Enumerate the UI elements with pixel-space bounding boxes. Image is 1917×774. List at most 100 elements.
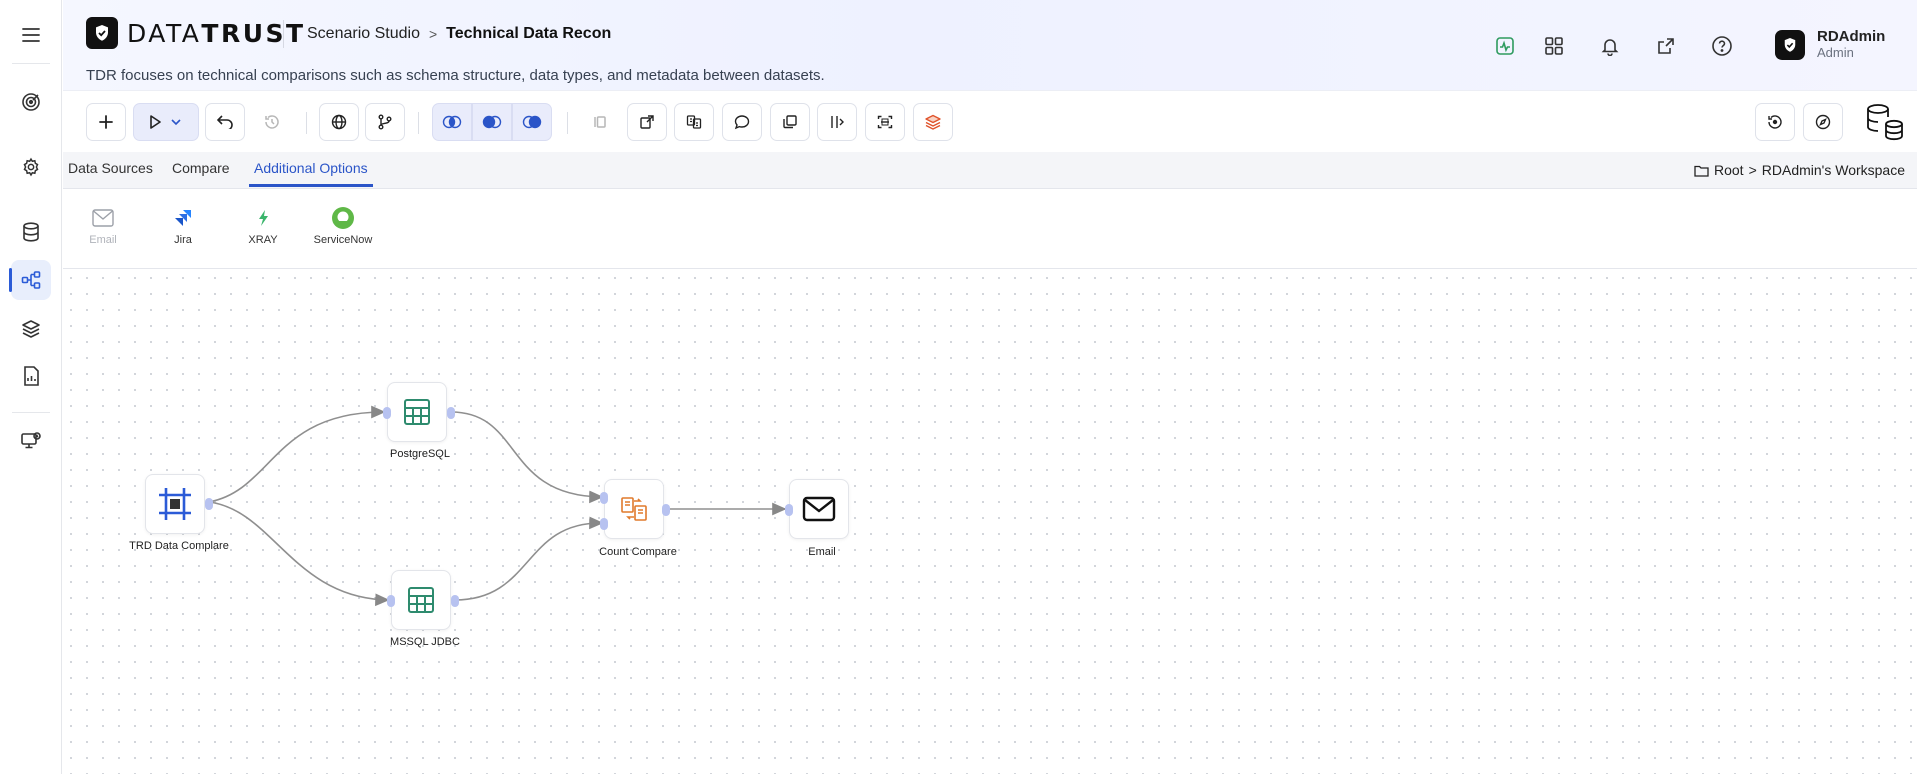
node-mssql-jdbc[interactable] [391, 570, 451, 630]
copy-button[interactable] [770, 103, 810, 141]
edge-mssql-count [454, 516, 604, 601]
settings-icon[interactable] [11, 147, 51, 187]
port-in[interactable] [383, 407, 391, 419]
logo-text-data: DATA [127, 18, 202, 48]
node-label: PostgreSQL [390, 448, 450, 460]
compass-button[interactable] [1803, 103, 1843, 141]
workspace-root[interactable]: Root [1714, 162, 1744, 178]
join-inner-button[interactable] [432, 103, 472, 141]
user-role: Admin [1817, 45, 1854, 60]
user-name: RDAdmin [1817, 28, 1886, 45]
port-in[interactable] [600, 492, 608, 504]
node-postgresql[interactable] [387, 382, 447, 442]
servicenow-icon [308, 205, 378, 231]
port-out[interactable] [205, 498, 213, 510]
component-palette: Email Jira XRAY ServiceNow [63, 189, 1917, 269]
comment-button[interactable] [722, 103, 762, 141]
database-icon[interactable] [11, 212, 51, 252]
app-header: DATATRUST Scenario Studio > Technical Da… [63, 0, 1917, 91]
mail-icon [802, 496, 836, 522]
bell-icon[interactable] [1598, 34, 1622, 58]
split-view-button[interactable] [817, 103, 857, 141]
stack-button[interactable] [913, 103, 953, 141]
edge-trd-postgres [208, 405, 386, 503]
history-button[interactable] [252, 103, 292, 141]
node-label: TRD Data Complare [129, 540, 229, 552]
help-icon[interactable] [1710, 34, 1734, 58]
palette-item-jira[interactable]: Jira [148, 205, 218, 246]
node-email[interactable] [789, 479, 849, 539]
tabs-bar: Data Sources Compare Additional Options … [63, 152, 1917, 189]
flow-edges [208, 405, 787, 607]
edge-trd-mssql [208, 501, 390, 607]
avatar [1775, 30, 1805, 60]
palette-label: XRAY [248, 234, 278, 246]
datatrust-logo[interactable]: DATATRUST [86, 17, 306, 49]
shield-icon [86, 17, 118, 49]
flow-canvas[interactable]: TRD Data Complare PostgreSQL MSSQL JDBC … [63, 270, 1917, 774]
port-in[interactable] [600, 518, 608, 530]
external-link-icon[interactable] [1654, 34, 1678, 58]
palette-label: ServiceNow [313, 234, 373, 246]
jira-icon [148, 205, 218, 231]
database-sync-icon[interactable] [1863, 100, 1907, 144]
globe-button[interactable] [319, 103, 359, 141]
workspace-breadcrumb[interactable]: Root > RDAdmin's Workspace [1694, 162, 1905, 178]
palette-label: Jira [174, 234, 192, 246]
monitor-icon[interactable] [11, 421, 51, 461]
run-button[interactable] [133, 103, 199, 141]
xray-icon [228, 205, 298, 231]
workspace-name[interactable]: RDAdmin's Workspace [1762, 162, 1905, 178]
join-left-button[interactable] [472, 103, 512, 141]
page-title: Technical Data Recon [446, 25, 612, 42]
node-label: MSSQL JDBC [390, 636, 460, 648]
node-count-compare[interactable] [604, 479, 664, 539]
flow-icon[interactable] [9, 260, 51, 300]
tab-data-sources[interactable]: Data Sources [68, 160, 153, 185]
skip-back-button[interactable] [580, 103, 620, 141]
compare-docs-button[interactable] [674, 103, 714, 141]
frame-icon [159, 488, 191, 520]
table-icon [408, 587, 434, 613]
palette-item-email[interactable]: Email [68, 205, 138, 246]
add-button[interactable] [86, 103, 126, 141]
left-rail [0, 0, 62, 774]
tab-compare[interactable]: Compare [172, 160, 230, 185]
app-root: DATATRUST Scenario Studio > Technical Da… [0, 0, 1917, 774]
tab-additional-options[interactable]: Additional Options [249, 160, 373, 187]
branch-button[interactable] [365, 103, 405, 141]
palette-item-xray[interactable]: XRAY [228, 205, 298, 246]
port-out[interactable] [662, 504, 670, 516]
target-icon[interactable] [11, 82, 51, 122]
breadcrumb: Scenario Studio > Technical Data Recon [307, 25, 611, 43]
breadcrumb-scenario-studio[interactable]: Scenario Studio [307, 25, 420, 43]
chevron-right-icon: > [428, 26, 438, 42]
menu-icon[interactable] [11, 15, 51, 55]
port-in[interactable] [785, 504, 793, 516]
node-label: Count Compare [599, 546, 677, 558]
edge-postgres-count [450, 411, 604, 504]
layers-icon[interactable] [11, 309, 51, 349]
activity-icon[interactable] [1493, 34, 1517, 58]
table-icon [404, 399, 430, 425]
export-button[interactable] [627, 103, 667, 141]
apps-grid-icon[interactable] [1542, 34, 1566, 58]
node-label: Email [808, 546, 836, 558]
palette-label: Email [89, 234, 117, 246]
toolbar [63, 92, 1917, 152]
port-out[interactable] [451, 595, 459, 607]
page-description: TDR focuses on technical comparisons suc… [86, 67, 825, 84]
count-compare-icon [621, 497, 647, 521]
scan-button[interactable] [865, 103, 905, 141]
restore-button[interactable] [1755, 103, 1795, 141]
user-menu[interactable]: RDAdmin Admin [1775, 29, 1885, 61]
join-right-button[interactable] [512, 103, 552, 141]
palette-item-servicenow[interactable]: ServiceNow [308, 205, 378, 246]
report-icon[interactable] [11, 356, 51, 396]
undo-button[interactable] [205, 103, 245, 141]
port-out[interactable] [447, 407, 455, 419]
node-trd-data-complare[interactable] [145, 474, 205, 534]
port-in[interactable] [387, 595, 395, 607]
logo-text-trust: TRUST [201, 18, 306, 48]
mail-icon [68, 205, 138, 231]
